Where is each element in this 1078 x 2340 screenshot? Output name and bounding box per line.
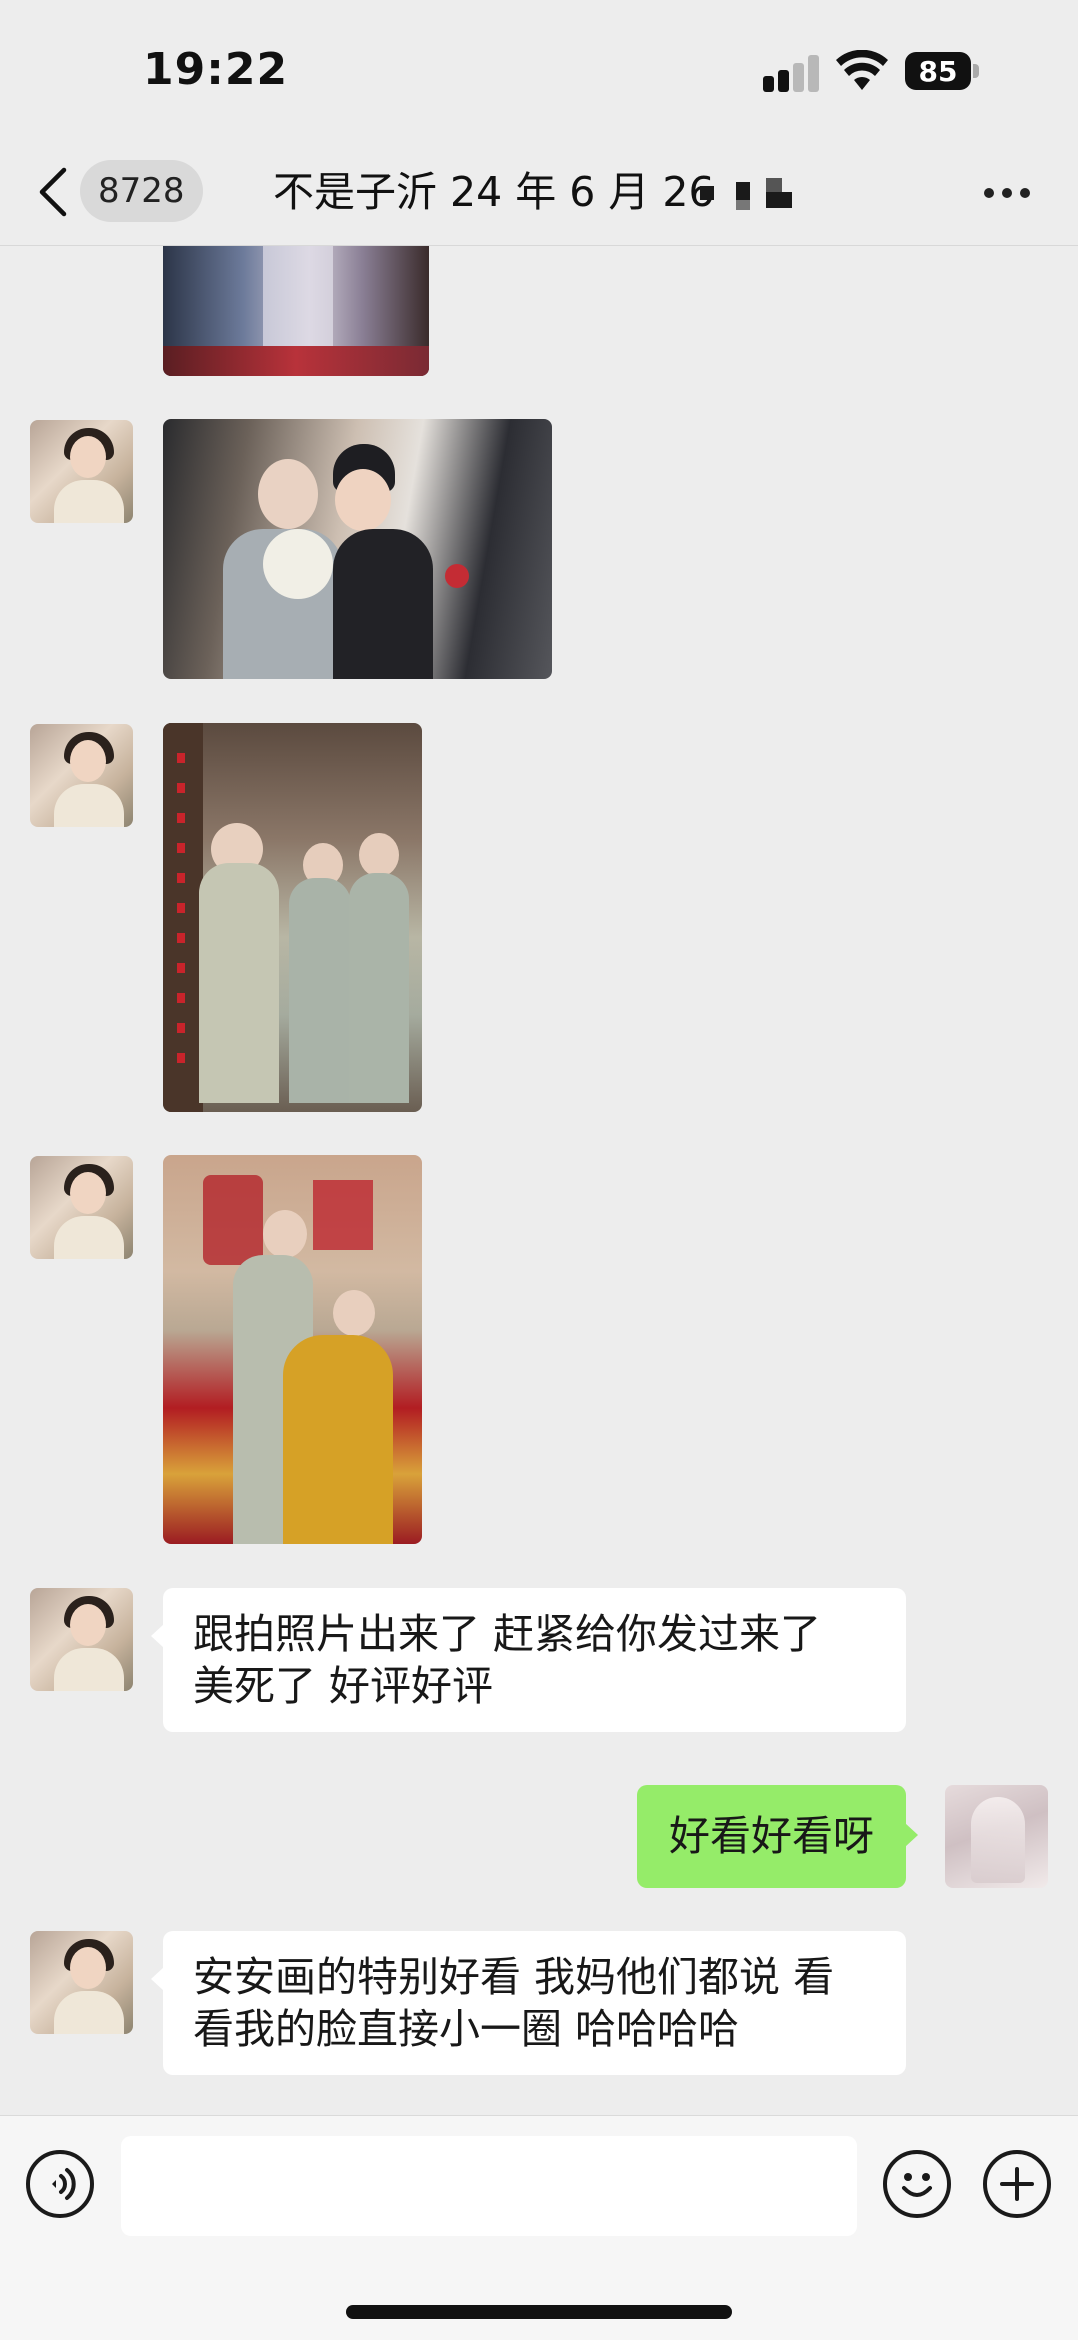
avatar[interactable]	[30, 1156, 133, 1259]
message-line: 美死了 好评好评	[193, 1662, 494, 1710]
avatar[interactable]	[30, 724, 133, 827]
redacted-mosaic	[700, 178, 805, 218]
chat-title[interactable]: 不是子沂 24 年 6 月 26	[273, 164, 715, 220]
more-icon[interactable]	[984, 188, 1030, 200]
message-bubble-outgoing[interactable]: 好看好看呀	[637, 1785, 918, 1888]
image-message[interactable]	[163, 1155, 422, 1544]
battery-icon: 85	[905, 52, 979, 90]
chevron-left-icon[interactable]	[34, 164, 74, 220]
my-avatar[interactable]	[945, 1785, 1048, 1888]
image-message[interactable]	[163, 419, 552, 679]
unread-count-badge[interactable]: 8728	[80, 160, 203, 222]
message-bubble[interactable]: 跟拍照片出来了 赶紧给你发过来了 美死了 好评好评	[151, 1588, 906, 1732]
battery-level: 85	[905, 52, 971, 90]
message-line: 跟拍照片出来了 赶紧给你发过来了	[193, 1610, 822, 1658]
avatar[interactable]	[30, 420, 133, 523]
cellular-signal-icon	[763, 54, 821, 92]
message-line: 安安画的特别好看 我妈他们都说 看	[193, 1953, 835, 2001]
image-message[interactable]	[163, 723, 422, 1112]
avatar[interactable]	[30, 1588, 133, 1691]
chat-header: 8728 不是子沂 24 年 6 月 26	[0, 140, 1078, 246]
status-time: 19:22	[143, 44, 289, 95]
voice-icon[interactable]	[26, 2150, 94, 2218]
status-bar: 19:22 85	[0, 0, 1078, 140]
message-input[interactable]	[121, 2136, 857, 2236]
avatar[interactable]	[30, 1931, 133, 2034]
message-line: 看我的脸直接小一圈 哈哈哈哈	[193, 2005, 740, 2053]
emoji-icon[interactable]	[883, 2150, 951, 2218]
home-indicator[interactable]	[346, 2305, 732, 2319]
image-message[interactable]	[163, 246, 429, 376]
wifi-icon	[836, 50, 888, 90]
plus-icon[interactable]	[983, 2150, 1051, 2218]
message-bubble[interactable]: 安安画的特别好看 我妈他们都说 看 看我的脸直接小一圈 哈哈哈哈	[151, 1931, 906, 2075]
